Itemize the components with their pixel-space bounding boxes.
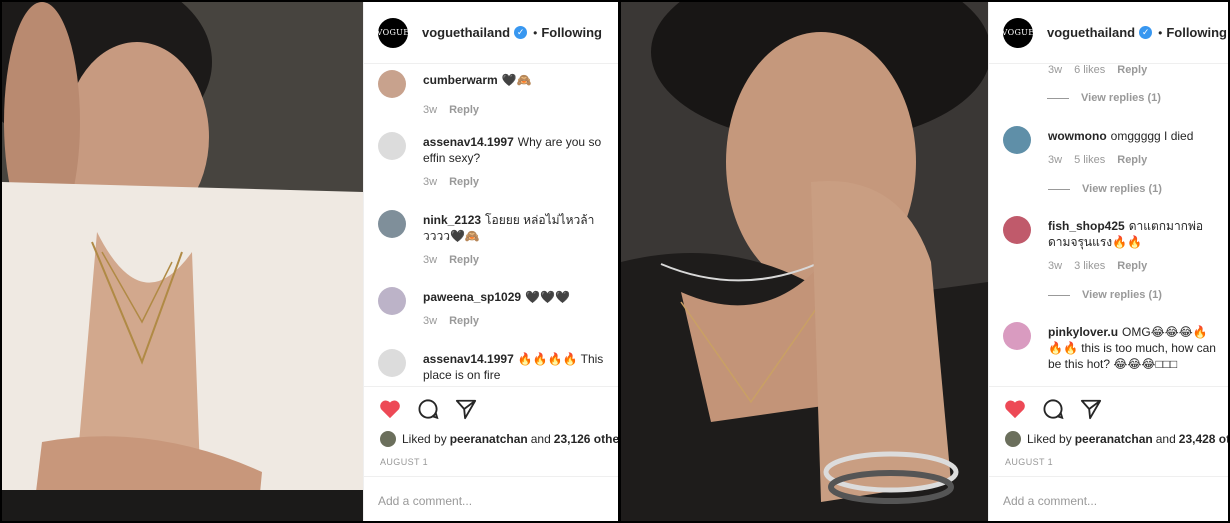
post-actions: Liked by peeranatchan and 23,428 others … — [989, 386, 1228, 476]
reply-button[interactable]: Reply — [449, 104, 479, 116]
verified-icon: ✓ — [514, 26, 528, 39]
comment-text: 🖤🖤🖤 — [525, 290, 570, 304]
comment-username[interactable]: assenav14.1997 — [423, 352, 514, 366]
portrait-illustration — [2, 2, 363, 521]
post-2: VOGUE voguethailand ✓ • Following 3w 6 li… — [618, 2, 1228, 521]
comments-list[interactable]: 3w 6 likes Reply View replies (1) wowmono o… — [989, 64, 1228, 386]
comment-time: 3w — [1048, 260, 1063, 272]
profile-logo[interactable]: VOGUE — [377, 17, 409, 48]
liked-by-username[interactable]: peeranatchan — [1075, 432, 1153, 446]
portrait-illustration — [621, 2, 988, 521]
avatar[interactable] — [378, 287, 406, 315]
add-comment-bar — [989, 476, 1228, 521]
comment-likes[interactable]: 5 likes — [1074, 154, 1105, 166]
comment-username[interactable]: assenav14.1997 — [423, 135, 514, 149]
comment-icon[interactable] — [1041, 397, 1065, 421]
avatar[interactable] — [1005, 431, 1021, 447]
post-date: AUGUST 1 — [1005, 457, 1054, 467]
profile-logo[interactable]: VOGUE — [1002, 17, 1034, 48]
comment-time: 3w — [1048, 154, 1063, 166]
post-1: VOGUE voguethailand ✓ • Following cumber… — [2, 2, 630, 521]
comment-username[interactable]: paweena_sp1029 — [423, 290, 521, 304]
reply-button[interactable]: Reply — [449, 254, 479, 266]
comment-time: 3w — [423, 104, 438, 116]
liked-by-others[interactable]: 23,428 others — [1179, 432, 1228, 446]
comment-time: 3w — [423, 315, 438, 327]
following-button[interactable]: Following — [1166, 25, 1227, 40]
liked-by: Liked by peeranatchan and 23,428 others — [1005, 431, 1228, 447]
post-header: VOGUE voguethailand ✓ • Following — [364, 2, 618, 64]
avatar[interactable] — [1003, 126, 1031, 154]
heart-icon[interactable] — [378, 397, 402, 421]
liked-by: Liked by peeranatchan and 23,126 others — [380, 431, 633, 447]
following-button[interactable]: Following — [541, 25, 602, 40]
share-icon[interactable] — [454, 397, 478, 421]
comment-time: 3w — [423, 176, 438, 188]
comment-time: 3w — [423, 254, 438, 266]
liked-by-username[interactable]: peeranatchan — [450, 432, 528, 446]
add-comment-input[interactable] — [378, 494, 618, 508]
post-side-panel: VOGUE voguethailand ✓ • Following 3w 6 li… — [988, 2, 1228, 521]
comment-likes[interactable]: 6 likes — [1074, 64, 1105, 76]
post-username[interactable]: voguethailand — [422, 25, 510, 40]
add-comment-bar — [364, 476, 618, 521]
reply-button[interactable]: Reply — [1117, 260, 1147, 272]
reply-button[interactable]: Reply — [449, 315, 479, 327]
comment-icon[interactable] — [416, 397, 440, 421]
avatar[interactable] — [378, 70, 406, 98]
reply-button[interactable]: Reply — [1117, 154, 1147, 166]
comment-username[interactable]: fish_shop425 — [1048, 219, 1125, 233]
comment-username[interactable]: cumberwarm — [423, 73, 498, 87]
post-username[interactable]: voguethailand — [1047, 25, 1135, 40]
separator-dot: • — [1158, 25, 1163, 40]
avatar[interactable] — [380, 431, 396, 447]
post-photo — [621, 2, 988, 521]
reply-button[interactable]: Reply — [449, 176, 479, 188]
heart-icon[interactable] — [1003, 397, 1027, 421]
comment-likes[interactable]: 3 likes — [1074, 260, 1105, 272]
avatar[interactable] — [1003, 322, 1031, 350]
comment-username[interactable]: pinkylover.u — [1048, 325, 1118, 339]
post-side-panel: VOGUE voguethailand ✓ • Following cumber… — [363, 2, 630, 521]
avatar[interactable] — [378, 210, 406, 238]
post-date: AUGUST 1 — [380, 457, 429, 467]
verified-icon: ✓ — [1139, 26, 1153, 39]
view-replies-button[interactable]: View replies (1) — [1048, 289, 1162, 301]
comment-text: 🖤🙈 — [501, 73, 532, 87]
comment-meta: 3w 6 likes Reply — [1048, 64, 1159, 76]
add-comment-input[interactable] — [1003, 494, 1228, 508]
view-replies-button[interactable]: View replies (1) — [1047, 92, 1161, 104]
comment-text: omggggg I died — [1110, 129, 1194, 143]
avatar[interactable] — [378, 349, 406, 377]
post-header: VOGUE voguethailand ✓ • Following — [989, 2, 1228, 64]
view-replies-button[interactable]: View replies (1) — [1048, 183, 1162, 195]
comment-username[interactable]: nink_2123 — [423, 213, 481, 227]
post-actions: Liked by peeranatchan and 23,126 others … — [364, 386, 630, 476]
share-icon[interactable] — [1079, 397, 1103, 421]
comment-time: 3w — [1048, 64, 1063, 76]
avatar[interactable] — [1003, 216, 1031, 244]
screenshot-frame: VOGUE voguethailand ✓ • Following cumber… — [0, 0, 1230, 523]
reply-button[interactable]: Reply — [1117, 64, 1147, 76]
separator-dot: • — [533, 25, 538, 40]
avatar[interactable] — [378, 132, 406, 160]
comment-username[interactable]: wowmono — [1048, 129, 1107, 143]
post-photo — [2, 2, 363, 521]
comments-list[interactable]: cumberwarm 🖤🙈 3w Reply assenav14.1997 Why a… — [364, 64, 618, 386]
